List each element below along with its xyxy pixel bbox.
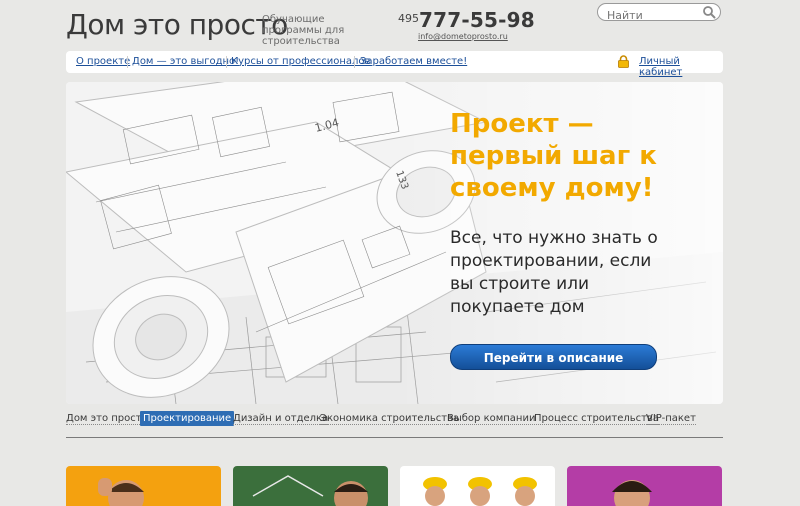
site-logo-title[interactable]: Дом это просто xyxy=(66,8,288,41)
category-vip[interactable]: VIP-пакет xyxy=(646,413,696,425)
category-home[interactable]: Дом это просто xyxy=(66,413,148,425)
magnifier-icon[interactable] xyxy=(702,5,716,19)
nav-item-courses[interactable]: Курсы от профессионалов xyxy=(231,56,370,67)
feature-tile-2[interactable] xyxy=(233,466,388,506)
nav-divider xyxy=(354,56,355,68)
nav-divider xyxy=(226,56,227,68)
person-thinking-image xyxy=(98,478,144,506)
site-tagline: Обучающие программы для строительства xyxy=(262,14,345,47)
contact-email-link[interactable]: info@dometoprosto.ru xyxy=(418,32,508,41)
feature-tile-4[interactable] xyxy=(567,466,722,506)
category-navigation: Дом это просто Проектирование Дизайн и о… xyxy=(66,411,723,438)
phone-area-code: 495 xyxy=(398,12,419,25)
hero-description: Все, что нужно знать о проектировании, е… xyxy=(450,228,658,317)
lock-icon xyxy=(618,55,629,68)
feature-tile-1[interactable] xyxy=(66,466,221,506)
top-navigation: О проекте Дом — это выгодно! Курсы от пр… xyxy=(66,51,723,78)
nav-item-profitable[interactable]: Дом — это выгодно! xyxy=(132,56,239,67)
feature-tile-3[interactable] xyxy=(400,466,555,506)
phone-number: 777-55-98 xyxy=(419,8,535,32)
category-process[interactable]: Процесс строительства xyxy=(534,413,660,425)
hero-title: Проект — первый шаг к своему дому! xyxy=(450,109,657,203)
category-company-choice[interactable]: Выбор компании xyxy=(447,413,536,425)
nav-item-about[interactable]: О проекте xyxy=(76,56,130,67)
person-portrait-image xyxy=(612,480,652,506)
hero-banner: 1.04 133 Проект — первый шаг к своему до… xyxy=(66,82,723,404)
feature-tiles xyxy=(66,466,723,506)
person-house-image xyxy=(252,475,368,506)
search-input[interactable] xyxy=(607,8,703,23)
personal-cabinet-link[interactable]: Личный кабинет xyxy=(639,56,723,78)
category-economics[interactable]: Экономика строительства xyxy=(320,413,460,425)
builders-team-image xyxy=(423,477,537,506)
go-to-description-button[interactable]: Перейти в описание xyxy=(450,344,657,370)
nav-divider xyxy=(127,56,128,68)
nav-item-earn-together[interactable]: Заработаем вместе! xyxy=(360,56,467,67)
category-decoration[interactable]: Дизайн и отделка xyxy=(233,413,329,425)
search-box xyxy=(597,3,721,23)
category-design-active[interactable]: Проектирование xyxy=(140,411,235,426)
